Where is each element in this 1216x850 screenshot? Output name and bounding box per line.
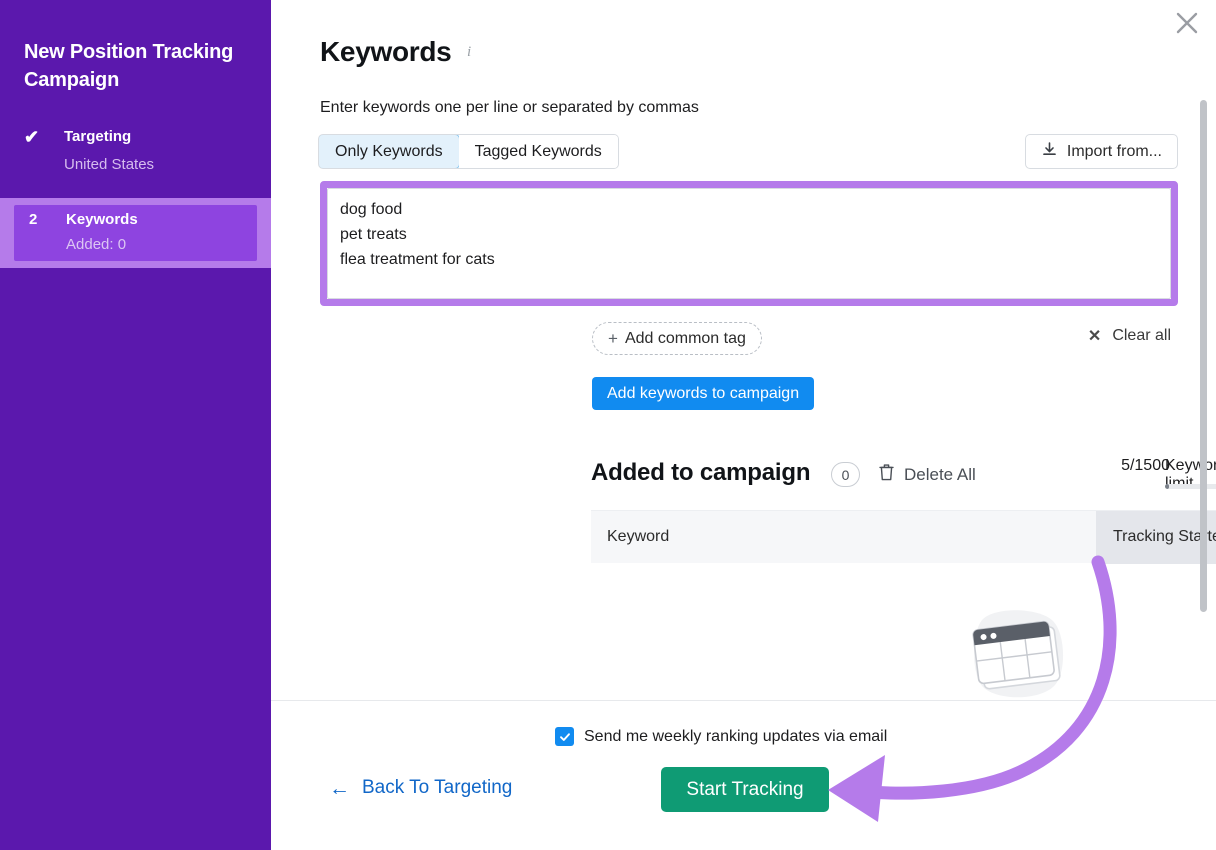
sidebar-step-keywords-highlight: 2 Keywords Added: 0 bbox=[0, 198, 271, 268]
keywords-mode-tabs: Only Keywords Tagged Keywords bbox=[318, 134, 619, 169]
page-title: Keywords bbox=[320, 36, 451, 68]
clear-all-button[interactable]: ✕ Clear all bbox=[1088, 326, 1171, 346]
clear-all-label: Clear all bbox=[1112, 327, 1171, 345]
close-icon[interactable] bbox=[1170, 6, 1204, 40]
keywords-textarea-highlight bbox=[320, 181, 1178, 306]
added-to-campaign-title: Added to campaign bbox=[591, 459, 810, 487]
weekly-updates-row: Send me weekly ranking updates via email bbox=[555, 727, 887, 746]
import-from-label: Import from... bbox=[1067, 143, 1162, 161]
sidebar-step-keywords-label: Keywords bbox=[66, 211, 138, 228]
column-header-tracking-started-cell[interactable]: Tracking Started bbox=[1096, 511, 1216, 564]
trash-icon bbox=[879, 463, 894, 486]
sidebar-step-targeting[interactable]: ✔ Targeting United States bbox=[0, 126, 271, 188]
added-count-badge: 0 bbox=[831, 462, 860, 487]
footer-divider bbox=[271, 700, 1216, 701]
plus-icon: + bbox=[608, 331, 618, 347]
keyword-limit-progress-fill bbox=[1165, 484, 1169, 489]
keyword-limit-value: 5/1500 bbox=[1121, 457, 1170, 475]
tab-only-keywords[interactable]: Only Keywords bbox=[318, 134, 460, 169]
add-keywords-to-campaign-button[interactable]: Add keywords to campaign bbox=[592, 377, 814, 410]
sidebar-step-keywords-sub: Added: 0 bbox=[66, 236, 126, 253]
empty-state-illustration bbox=[961, 605, 1076, 705]
start-tracking-button[interactable]: Start Tracking bbox=[661, 767, 829, 812]
delete-all-label: Delete All bbox=[904, 465, 976, 485]
close-x-icon: ✕ bbox=[1088, 326, 1101, 346]
tab-tagged-keywords[interactable]: Tagged Keywords bbox=[459, 135, 618, 168]
delete-all-button[interactable]: Delete All bbox=[879, 463, 976, 486]
back-to-targeting-label: Back To Targeting bbox=[362, 777, 512, 799]
download-icon bbox=[1041, 141, 1058, 163]
sidebar-step-targeting-sub: United States bbox=[64, 156, 154, 173]
info-icon[interactable]: i bbox=[467, 44, 471, 61]
position-tracking-campaign-modal: New Position Tracking Campaign ✔ Targeti… bbox=[0, 0, 1216, 850]
modal-scrollbar[interactable] bbox=[1200, 100, 1207, 612]
sidebar-step-targeting-label: Targeting bbox=[64, 128, 131, 145]
keywords-table-header: Keyword Tracking Started Action bbox=[591, 510, 1216, 563]
campaign-title: New Position Tracking Campaign bbox=[24, 38, 252, 94]
keyword-limit-progress bbox=[1165, 484, 1216, 489]
back-to-targeting-link[interactable]: ← Back To Targeting bbox=[329, 777, 512, 799]
add-common-tag-button[interactable]: + Add common tag bbox=[592, 322, 762, 355]
keywords-hint-text: Enter keywords one per line or separated… bbox=[320, 99, 699, 117]
keywords-input[interactable] bbox=[327, 188, 1171, 299]
main-panel: Keywords i Enter keywords one per line o… bbox=[271, 0, 1216, 850]
check-icon: ✔ bbox=[24, 127, 39, 147]
arrow-left-icon: ← bbox=[329, 779, 350, 798]
weekly-updates-label: Send me weekly ranking updates via email bbox=[584, 728, 887, 746]
sidebar-step-keywords[interactable]: 2 Keywords Added: 0 bbox=[14, 205, 257, 261]
column-header-keyword: Keyword bbox=[607, 528, 669, 546]
sidebar-step-keywords-index: 2 bbox=[29, 211, 53, 228]
import-from-button[interactable]: Import from... bbox=[1025, 134, 1178, 169]
add-common-tag-label: Add common tag bbox=[625, 330, 746, 348]
campaign-sidebar: New Position Tracking Campaign ✔ Targeti… bbox=[0, 0, 271, 850]
weekly-updates-checkbox[interactable] bbox=[555, 727, 574, 746]
